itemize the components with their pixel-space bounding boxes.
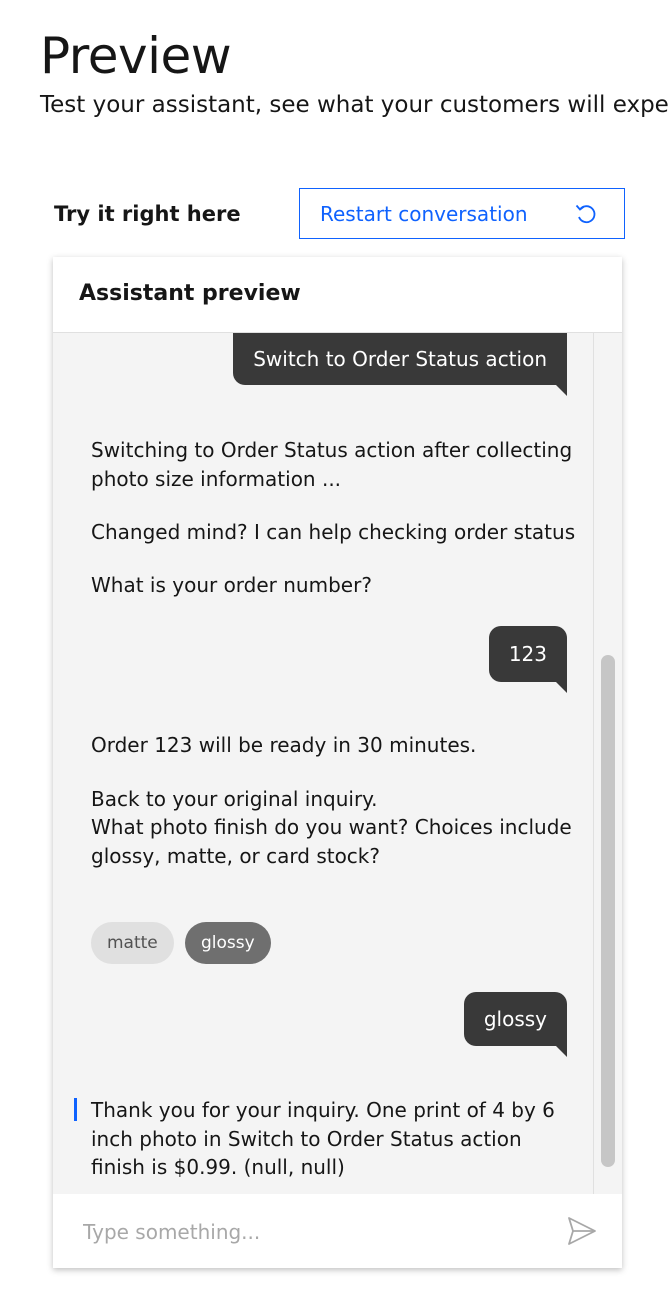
send-icon[interactable] — [565, 1214, 599, 1248]
bot-message: What is your order number? — [91, 573, 372, 597]
try-it-label: Try it right here — [54, 202, 241, 226]
user-message: Switch to Order Status action — [233, 333, 567, 396]
user-message: 123 — [488, 626, 568, 693]
restart-button-label: Restart conversation — [320, 201, 528, 226]
chat-scrollbar[interactable] — [593, 333, 622, 1194]
bot-message: Thank you for your inquiry. One print of… — [91, 1098, 555, 1179]
bot-message: Back to your original inquiry. — [91, 787, 378, 811]
bot-message: Order 123 will be ready in 30 minutes. — [91, 733, 477, 757]
option-chip-glossy[interactable]: glossy — [185, 922, 271, 964]
assistant-preview-panel: Assistant preview Switch to Order Status… — [53, 257, 622, 1268]
panel-header: Assistant preview — [53, 257, 622, 333]
option-chip-matte[interactable]: matte — [91, 922, 174, 964]
restart-conversation-button[interactable]: Restart conversation — [299, 188, 625, 239]
scrollbar-thumb[interactable] — [601, 655, 615, 1167]
bot-message: Switching to Order Status action after c… — [91, 438, 573, 491]
panel-title: Assistant preview — [79, 281, 301, 306]
page-subtitle: Test your assistant, see what your custo… — [40, 92, 668, 118]
bot-message: What photo finish do you want? Choices i… — [91, 815, 572, 868]
bot-message: Changed mind? I can help checking order … — [91, 520, 576, 544]
message-input-bar — [53, 1194, 622, 1268]
page-title: Preview — [40, 27, 232, 85]
user-message: glossy — [463, 992, 568, 1057]
restart-icon — [574, 202, 598, 226]
message-input[interactable] — [81, 1212, 525, 1252]
chat-transcript[interactable]: Switch to Order Status action Switching … — [53, 333, 593, 1194]
latest-message-marker — [74, 1098, 77, 1121]
